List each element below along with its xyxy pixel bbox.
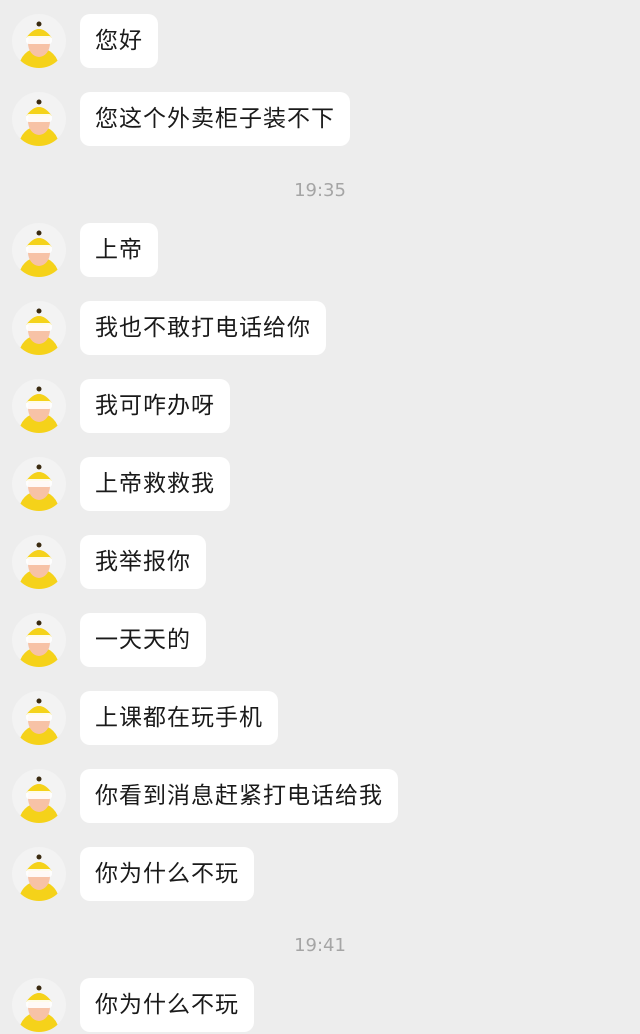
message-row: 你为什么不玩 [0,978,640,1034]
cartoon-avatar-icon[interactable] [12,535,66,589]
cartoon-avatar-icon[interactable] [12,223,66,277]
cartoon-avatar-icon[interactable] [12,847,66,901]
cartoon-avatar-icon[interactable] [12,769,66,823]
cartoon-avatar-icon[interactable] [12,691,66,745]
message-bubble[interactable]: 你为什么不玩 [80,978,254,1032]
message-bubble[interactable]: 一天天的 [80,613,206,667]
message-row: 你为什么不玩 [0,847,640,903]
cartoon-avatar-icon[interactable] [12,457,66,511]
message-bubble[interactable]: 上课都在玩手机 [80,691,278,745]
message-row: 您这个外卖柜子装不下 [0,92,640,148]
message-bubble[interactable]: 我也不敢打电话给你 [80,301,326,355]
timestamp: 19:41 [294,935,346,956]
message-row: 一天天的 [0,613,640,669]
message-row: 上帝 [0,223,640,279]
message-bubble[interactable]: 我举报你 [80,535,206,589]
chat-area[interactable]: 您好 您这个外卖柜子装不下 19:35 上帝 我也不敢打电话给你 我可咋办呀 上… [0,0,640,1032]
message-bubble[interactable]: 你为什么不玩 [80,847,254,901]
cartoon-avatar-icon[interactable] [12,92,66,146]
message-bubble[interactable]: 你看到消息赶紧打电话给我 [80,769,398,823]
cartoon-avatar-icon[interactable] [12,613,66,667]
cartoon-avatar-icon[interactable] [12,14,66,68]
message-row: 您好 [0,14,640,70]
message-bubble[interactable]: 您这个外卖柜子装不下 [80,92,350,146]
message-bubble[interactable]: 我可咋办呀 [80,379,230,433]
message-row: 我举报你 [0,535,640,591]
message-row: 上帝救救我 [0,457,640,513]
message-bubble[interactable]: 您好 [80,14,158,68]
message-row: 上课都在玩手机 [0,691,640,747]
cartoon-avatar-icon[interactable] [12,301,66,355]
message-row: 我也不敢打电话给你 [0,301,640,357]
timestamp: 19:35 [294,180,346,201]
message-row: 我可咋办呀 [0,379,640,435]
cartoon-avatar-icon[interactable] [12,978,66,1032]
message-row: 你看到消息赶紧打电话给我 [0,769,640,825]
message-bubble[interactable]: 上帝 [80,223,158,277]
message-bubble[interactable]: 上帝救救我 [80,457,230,511]
cartoon-avatar-icon[interactable] [12,379,66,433]
